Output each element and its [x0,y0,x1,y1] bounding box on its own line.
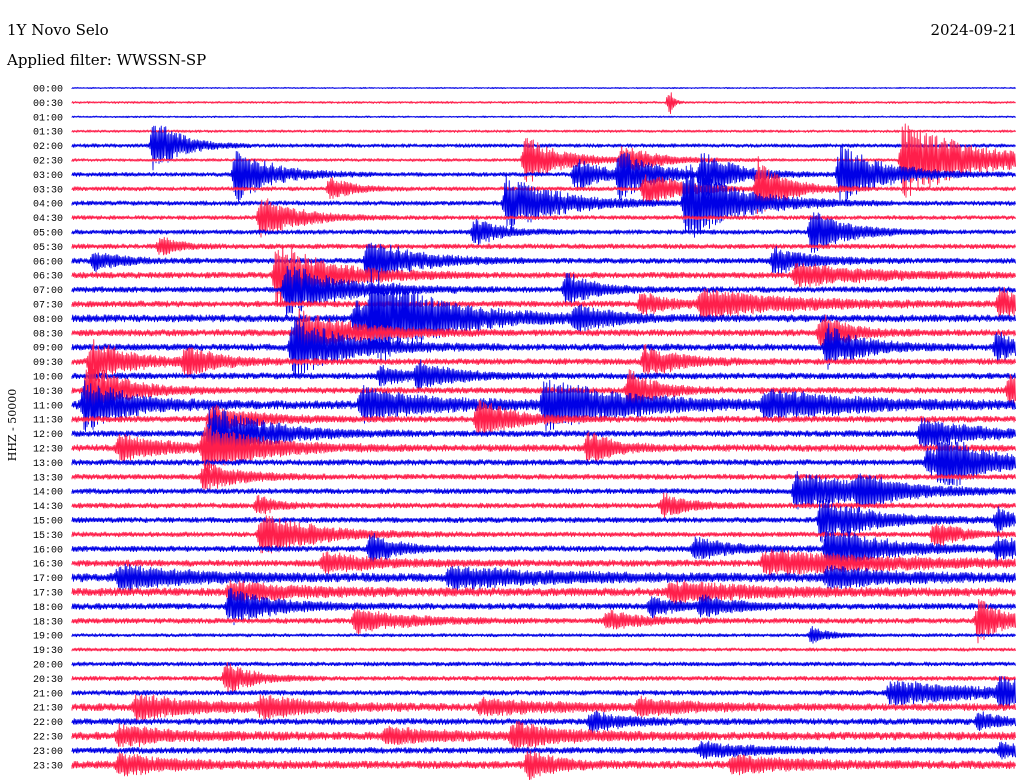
time-tick-label: 14:30 [33,502,63,513]
time-tick-label: 04:30 [33,214,63,225]
time-tick-label: 01:30 [33,128,63,139]
time-tick-label: 11:30 [33,416,63,427]
trace-line [71,129,1016,133]
time-tick-label: 09:00 [33,344,63,355]
time-tick-label: 10:00 [33,373,63,384]
trace-line [71,626,1016,644]
time-tick-label: 12:30 [33,445,63,456]
time-tick-label: 20:00 [33,661,63,672]
time-tick-label: 01:00 [33,113,63,124]
time-tick-label: 00:30 [33,99,63,110]
y-axis-label: HHZ - 50000 [6,389,19,462]
time-tick-label: 14:00 [33,488,63,499]
trace-line [71,750,1016,780]
trace-line [71,661,1016,695]
trace-line [71,115,1016,119]
time-tick-label: 10:30 [33,387,63,398]
trace-line [71,92,1016,115]
time-tick-label: 19:00 [33,632,63,643]
time-tick-label: 09:30 [33,358,63,369]
time-tick-label: 04:00 [33,200,63,211]
time-tick-label: 22:00 [33,718,63,729]
time-tick-label: 00:00 [33,85,63,96]
trace-line [71,647,1016,652]
time-tick-label: 07:30 [33,301,63,312]
time-tick-label: 17:30 [33,589,63,600]
time-tick-label: 06:30 [33,272,63,283]
time-tick-label: 03:30 [33,185,63,196]
time-tick-label: 02:00 [33,142,63,153]
time-tick-label: 18:00 [33,603,63,614]
time-tick-label: 06:00 [33,257,63,268]
helicorder-plot: HHZ - 50000 00:00 00:30 01:00 01:30 02:00 02:3… [6,85,1016,780]
time-tick-label: 12:00 [33,430,63,441]
time-tick-label: 23:00 [33,747,63,758]
trace-line [71,661,1016,667]
time-tick-label: 23:30 [33,761,63,772]
time-tick-label: 02:30 [33,157,63,168]
trace-line [71,563,1016,593]
time-tick-label: 13:30 [33,473,63,484]
time-tick-label: 13:00 [33,459,63,470]
time-tick-label: 05:00 [33,229,63,240]
trace-line [71,236,1016,256]
time-tick-label: 22:30 [33,733,63,744]
trace-line [71,580,1016,606]
time-tick-label: 19:30 [33,646,63,657]
time-tick-label: 16:00 [33,545,63,556]
time-tick-label: 08:00 [33,315,63,326]
trace-line [71,694,1016,723]
trace-line [71,86,1016,90]
trace-line [71,244,1016,307]
time-tick-label: 17:00 [33,574,63,585]
time-tick-label: 21:00 [33,689,63,700]
time-tick-label: 16:30 [33,560,63,571]
time-tick-label: 05:30 [33,243,63,254]
time-tick-label: 15:30 [33,531,63,542]
time-tick-label: 08:30 [33,329,63,340]
time-tick-label: 21:30 [33,704,63,715]
time-tick-label: 20:30 [33,675,63,686]
time-tick-label: 15:00 [33,517,63,528]
time-tick-label: 07:00 [33,286,63,297]
trace-line [71,316,1016,379]
time-tick-label: 03:00 [33,171,63,182]
time-tick-label: 18:30 [33,617,63,628]
time-tick-label: 11:00 [33,401,63,412]
trace-line [71,720,1016,751]
